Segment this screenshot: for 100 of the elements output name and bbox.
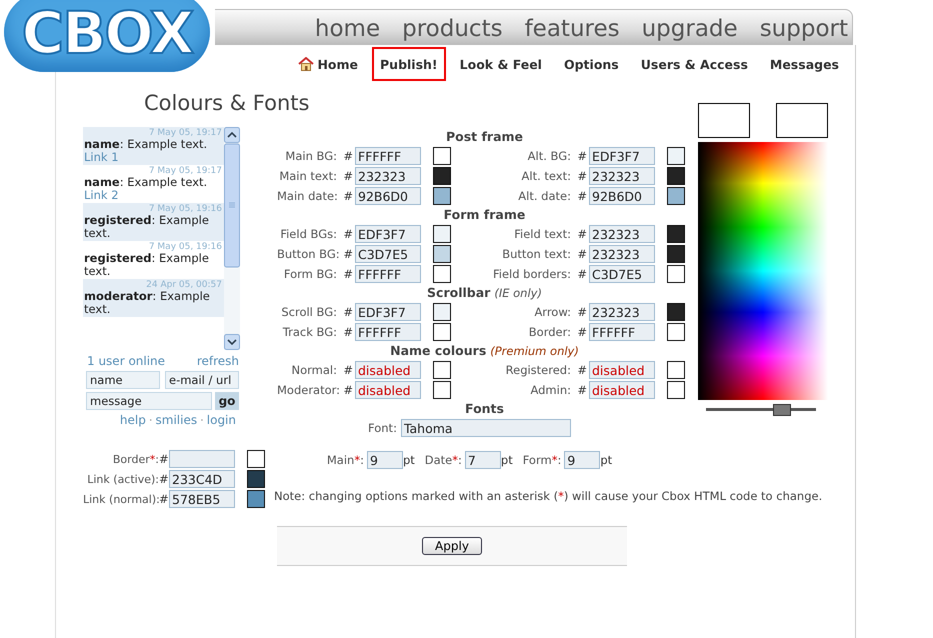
colour-field[interactable]: 92B6D0: [589, 187, 655, 205]
top-nav-link[interactable]: features: [524, 14, 620, 44]
unit-label: pt: [500, 453, 513, 467]
colour-swatch[interactable]: [667, 187, 685, 205]
colour-field[interactable]: EDF3F7: [355, 225, 421, 243]
colour-field[interactable]: C3D7E5: [355, 245, 421, 263]
colour-field[interactable]: FFFFFF: [355, 265, 421, 283]
section-note: (Premium only): [490, 344, 579, 358]
hash-sign: #: [342, 383, 354, 397]
colour-swatch[interactable]: [433, 303, 451, 321]
top-nav-link[interactable]: products: [402, 14, 503, 44]
colour-swatch[interactable]: [667, 245, 685, 263]
colour-swatch[interactable]: [433, 147, 451, 165]
field-label: Alt. date:: [517, 189, 572, 203]
colour-swatch[interactable]: [667, 303, 685, 321]
page-title: Colours & Fonts: [144, 91, 310, 115]
top-nav-link[interactable]: home: [314, 14, 380, 44]
size-field[interactable]: 9: [564, 451, 600, 469]
colour-swatch[interactable]: [433, 265, 451, 283]
email-field[interactable]: e-mail / url: [165, 371, 239, 389]
field-label: Main date:: [277, 189, 339, 203]
nav-tab[interactable]: Users & Access: [632, 47, 756, 81]
size-field[interactable]: 9: [366, 451, 403, 469]
message-text: name: Example text.: [84, 176, 208, 189]
hash-sign: #: [342, 149, 354, 163]
name-field[interactable]: name: [86, 371, 160, 389]
hash-sign: #: [576, 325, 588, 339]
colour-field[interactable]: FFFFFF: [589, 323, 655, 341]
hash-sign: #: [576, 169, 588, 183]
field-label: Border*:: [112, 452, 159, 466]
nav-tab[interactable]: Look & Feel: [452, 47, 550, 81]
colour-swatch[interactable]: [667, 225, 685, 243]
hash-sign: #: [576, 305, 588, 319]
section-heading: Name colours: [390, 343, 486, 358]
colour-swatch[interactable]: [667, 323, 685, 341]
colour-swatch[interactable]: [667, 147, 685, 165]
colour-field[interactable]: 232323: [355, 167, 421, 185]
colour-swatch[interactable]: [247, 490, 265, 508]
help-link[interactable]: smilies: [156, 413, 198, 427]
hash-sign: #: [342, 247, 354, 261]
nav-tab[interactable]: Home: [290, 47, 366, 81]
colour-field[interactable]: 92B6D0: [355, 187, 421, 205]
nav-tab[interactable]: Publish!: [372, 47, 446, 81]
colour-swatch[interactable]: [433, 245, 451, 263]
apply-button[interactable]: Apply: [422, 537, 482, 555]
colour-field[interactable]: 232323: [589, 225, 655, 243]
separator-dot: ·: [148, 413, 153, 427]
field-label: Alt. text:: [520, 169, 572, 183]
colour-field[interactable]: 578EB5: [169, 490, 235, 508]
field-label: Font:: [368, 421, 397, 435]
hash-sign: #: [342, 189, 354, 203]
top-nav-link[interactable]: upgrade: [642, 14, 738, 44]
colour-spectrum[interactable]: [698, 142, 828, 400]
nav-tab[interactable]: Messages: [762, 47, 847, 81]
go-button[interactable]: go: [215, 392, 239, 410]
field-label: Button text:: [501, 247, 572, 261]
nav-tab[interactable]: Options: [556, 47, 627, 81]
colour-swatch[interactable]: [433, 225, 451, 243]
colour-swatch[interactable]: [667, 265, 685, 283]
field-label: Scroll BG:: [280, 305, 338, 319]
message-link[interactable]: Link 2: [84, 189, 222, 202]
colour-swatch[interactable]: [667, 167, 685, 185]
colour-field[interactable]: EDF3F7: [355, 303, 421, 321]
field-label: Link (normal):: [83, 492, 159, 506]
slider-thumb[interactable]: [772, 404, 791, 416]
field-label: Main BG:: [284, 149, 338, 163]
colour-field[interactable]: FFFFFF: [355, 147, 421, 165]
hash-sign: #: [576, 149, 588, 163]
colour-field[interactable]: 232323: [589, 167, 655, 185]
section-heading: Fonts: [465, 401, 504, 416]
field-label: Button BG:: [277, 247, 341, 261]
field-label: Field text:: [513, 227, 572, 241]
colour-swatch[interactable]: [433, 187, 451, 205]
colour-swatch[interactable]: [433, 167, 451, 185]
hash-sign: #: [159, 452, 168, 466]
size-field[interactable]: 7: [464, 451, 501, 469]
colour-field[interactable]: FFFFFF: [355, 323, 421, 341]
colour-swatch[interactable]: [433, 323, 451, 341]
colour-field[interactable]: 232323: [589, 303, 655, 321]
message-date: 7 May 05, 19:17: [148, 128, 222, 138]
unit-label: pt: [600, 453, 612, 467]
colour-preview: [698, 103, 750, 138]
message-field[interactable]: message: [86, 392, 212, 410]
colour-field[interactable]: C3D7E5: [589, 265, 655, 283]
colour-field[interactable]: [169, 450, 235, 468]
hash-sign: #: [342, 305, 354, 319]
refresh-link[interactable]: refresh: [196, 354, 239, 368]
colour-swatch[interactable]: [247, 450, 265, 468]
field-label: Form*:: [522, 453, 562, 467]
message-text: registered: Example text.: [84, 252, 210, 278]
colour-field[interactable]: 233C4D: [169, 470, 235, 488]
top-nav-link[interactable]: support: [760, 14, 848, 44]
font-field[interactable]: Tahoma: [400, 419, 571, 437]
colour-field[interactable]: EDF3F7: [589, 147, 655, 165]
colour-swatch[interactable]: [247, 470, 265, 488]
help-link[interactable]: help: [120, 413, 146, 427]
section-note: (IE only): [494, 286, 542, 300]
colour-field[interactable]: 232323: [589, 245, 655, 263]
hash-sign: #: [576, 189, 588, 203]
help-link[interactable]: login: [206, 413, 236, 427]
